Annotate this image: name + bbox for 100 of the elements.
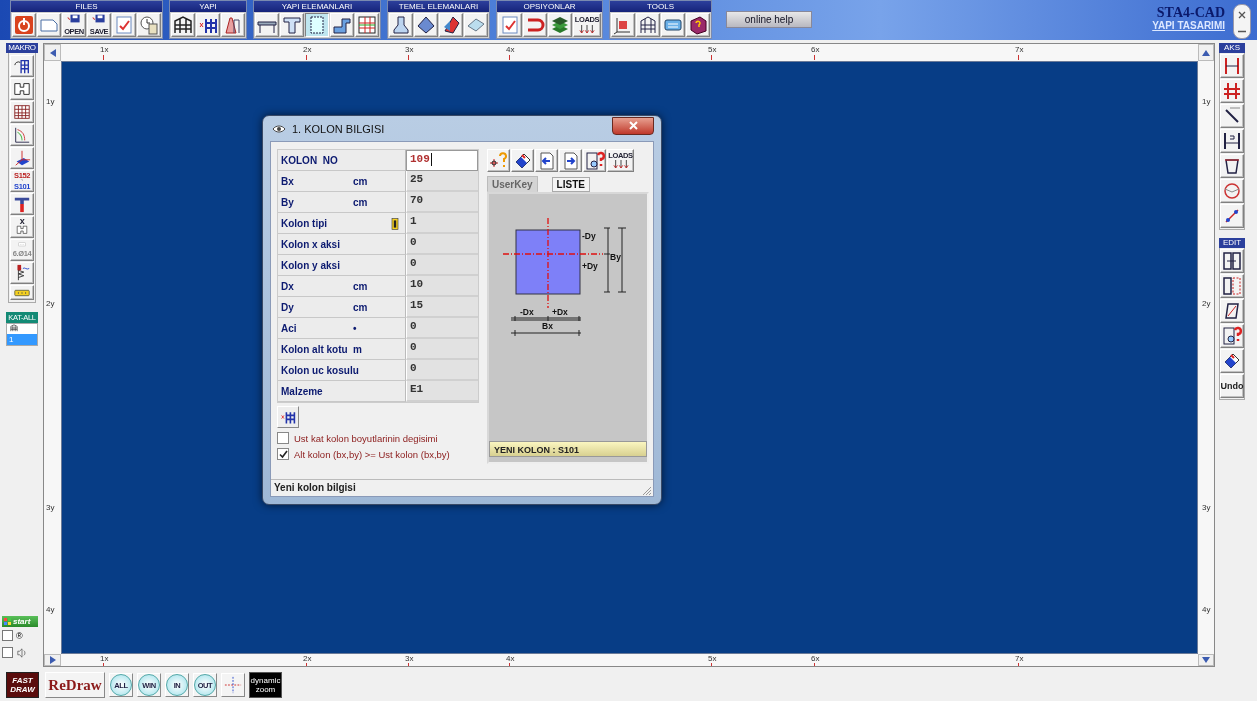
value-cell: E1 [406, 381, 478, 402]
ruler-label: 3y [1202, 503, 1211, 512]
toggle-label: ® [16, 630, 23, 641]
value-cell: 10 [406, 276, 478, 297]
scroll-up-button[interactable] [1198, 44, 1214, 61]
value-cell: 0 [406, 339, 478, 360]
tab[interactable]: LISTE [551, 177, 590, 192]
ruler-label: 3x [405, 654, 414, 663]
status-text: Yeni kolon bilgisi [274, 481, 356, 495]
footing-icon [391, 15, 411, 35]
fast-draw-button[interactable]: FAST DRAW [6, 672, 39, 698]
load-arrows-icon [579, 23, 595, 34]
speaker-icon [16, 646, 28, 659]
building-frame-icon [9, 324, 19, 332]
field-label: Kolon uc kosulu [281, 364, 359, 376]
axis-spacing-icon [1222, 131, 1242, 151]
value-cell: 0 [406, 318, 478, 339]
ruler-label: 1y [1202, 97, 1211, 106]
column-button[interactable] [277, 406, 299, 428]
column-rotate-icon [13, 57, 31, 75]
ruler-label: 4y [46, 605, 55, 614]
ruler-label: 4y [1202, 605, 1211, 614]
ruler-label: 2y [46, 299, 55, 308]
ruler-label: 5x [708, 654, 717, 663]
axes-icon [613, 15, 633, 35]
help-book-icon [688, 15, 708, 35]
close-button[interactable] [612, 116, 654, 135]
trapezoid-icon [1222, 156, 1242, 176]
tool-button[interactable]: Undo [1220, 374, 1244, 398]
scroll-right-button[interactable] [44, 654, 61, 666]
ruler-label: 6x [811, 45, 820, 54]
minimize-icon[interactable] [1238, 29, 1246, 33]
circle-axis-icon [1222, 181, 1242, 201]
help-button[interactable]: online help [726, 11, 812, 28]
group-title: FILES [11, 1, 162, 12]
dimension-label: -Dy [582, 231, 596, 241]
option-label: Ust kat kolon boyutlarinin degisimi [294, 432, 438, 444]
plane-axes-icon [13, 149, 31, 167]
tab[interactable]: UserKey [487, 176, 538, 192]
eraser-icon [1222, 351, 1242, 371]
column-number-field[interactable]: 109 [406, 150, 478, 171]
value-cell: 0 [406, 255, 478, 276]
axis-pair-icon [1222, 56, 1242, 76]
crosshair-button[interactable] [221, 673, 245, 697]
unit-label: m [353, 343, 362, 355]
grid-frame-icon [638, 15, 658, 35]
close-icon [628, 121, 638, 130]
dimension-label: By [610, 252, 621, 262]
scroll-left-button[interactable] [44, 44, 61, 61]
field-label: Dy [281, 301, 294, 313]
new-column-label: YENI KOLON : S101 [489, 441, 647, 457]
field-label: Kolon x aksi [281, 238, 340, 250]
ruler-label: 2y [1202, 299, 1211, 308]
power-icon [14, 15, 34, 35]
panel-icon [307, 15, 327, 35]
grid-icon [13, 103, 31, 121]
crosshair-icon [224, 676, 242, 694]
find-question-icon [1222, 326, 1242, 346]
value-cell: 70 [406, 192, 478, 213]
ruler-label: 7x [1015, 654, 1024, 663]
value-cell: 25 [406, 171, 478, 192]
option-label: Alt kolon (bx,by) >= Ust kolon (bx,by) [294, 448, 450, 460]
scroll-down-button[interactable] [1198, 654, 1214, 666]
resize-grip-icon[interactable] [642, 486, 652, 496]
checkbox[interactable] [2, 647, 13, 658]
group-title: OPSIYONLAR [497, 1, 602, 12]
panel-title: MAKRO [6, 43, 38, 53]
ruler-label: 4x [506, 45, 515, 54]
ruler-label: 3y [46, 503, 55, 512]
ruler-label: 1y [46, 97, 55, 106]
building-frame-icon [173, 15, 193, 35]
unit-label: cm [353, 196, 368, 208]
redraw-button[interactable]: ReDraw [45, 672, 105, 698]
dimension-label: +Dy [582, 261, 598, 271]
pyramid-icon [416, 15, 436, 35]
start-label: start [13, 617, 31, 626]
group-title: TEMEL ELEMANLARI [388, 1, 489, 12]
field-label: Kolon alt kotu [281, 343, 348, 355]
tool-button[interactable]: x [10, 216, 34, 238]
unit-label: • [353, 322, 357, 334]
checkbox[interactable] [277, 432, 289, 444]
close-icon[interactable] [1238, 10, 1246, 19]
type-picker-button[interactable] [389, 215, 401, 232]
unit-label: cm [353, 175, 368, 187]
ruler-label: 2x [303, 45, 312, 54]
window-icon [272, 123, 286, 134]
dynamic-zoom-button[interactable]: dynamic zoom [249, 672, 282, 698]
floor-plan-icon [13, 80, 31, 98]
stair-icon [332, 15, 352, 35]
floor-plan-icon [16, 225, 28, 237]
app-link[interactable]: YAPI TASARIMI [1152, 20, 1225, 31]
field-label: Bx [281, 175, 294, 187]
group-title: YAPI [170, 1, 246, 12]
ruler-label: 5x [708, 45, 717, 54]
windows-logo-icon [4, 618, 11, 625]
field-label: KOLON NO [281, 154, 338, 166]
checkbox[interactable] [2, 630, 13, 641]
checklist-icon [500, 15, 520, 35]
checkbox[interactable] [277, 448, 289, 460]
panel-title: EDIT [1219, 238, 1245, 248]
